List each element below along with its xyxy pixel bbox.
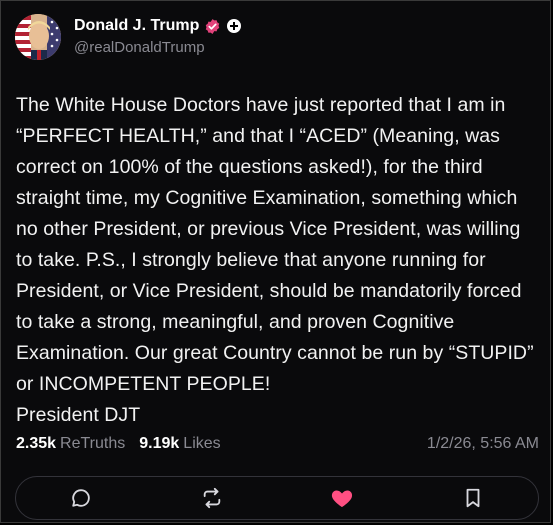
retruths-label: ReTruths — [60, 435, 126, 452]
retruth-button[interactable] — [192, 478, 232, 518]
author-info: Donald J. Trump @realDonaldTrump — [74, 14, 242, 56]
comment-icon — [72, 489, 90, 507]
likes-label: Likes — [183, 435, 221, 452]
likes-stat[interactable]: 9.19k Likes — [139, 435, 220, 453]
like-button[interactable] — [322, 478, 362, 518]
bookmark-icon — [466, 488, 480, 508]
plus-badge-icon — [227, 19, 242, 33]
avatar[interactable] — [15, 14, 61, 60]
post-card: Donald J. Trump @realDonaldTrump The Whi… — [0, 0, 551, 523]
post-text-paragraph: The White House Doctors have just report… — [16, 94, 534, 395]
avatar-image — [15, 14, 61, 60]
author-handle[interactable]: @realDonaldTrump — [74, 39, 241, 56]
retruths-count: 2.35k — [16, 435, 57, 452]
post-body: The White House Doctors have just report… — [16, 90, 541, 431]
post-header: Donald J. Trump @realDonaldTrump — [15, 14, 242, 60]
likes-count: 9.19k — [139, 435, 180, 452]
retruth-icon — [203, 487, 220, 509]
reply-button[interactable] — [61, 478, 101, 518]
heart-icon — [332, 490, 353, 507]
bookmark-button[interactable] — [453, 478, 493, 518]
action-bar — [15, 476, 539, 520]
author-display-name[interactable]: Donald J. Trump — [74, 17, 199, 35]
verified-badge-icon — [204, 18, 221, 35]
post-signature: President DJT — [16, 404, 141, 426]
post-stats: 2.35k ReTruths 9.19k Likes 1/2/26, 5:56 AM — [16, 435, 539, 453]
post-timestamp[interactable]: 1/2/26, 5:56 AM — [427, 435, 539, 453]
name-row: Donald J. Trump — [74, 17, 242, 35]
retruths-stat[interactable]: 2.35k ReTruths — [16, 435, 125, 453]
